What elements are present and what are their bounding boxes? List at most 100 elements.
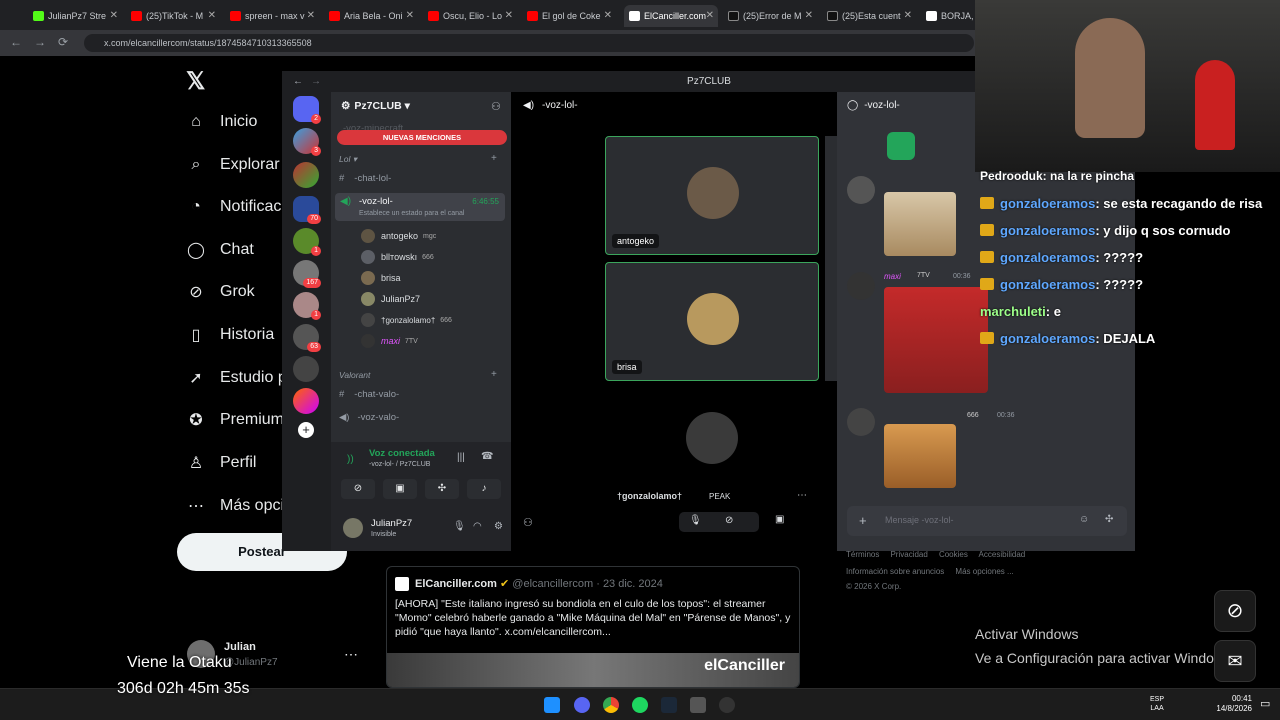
server-icon[interactable]: 1 <box>293 292 321 320</box>
voice-user[interactable]: bllтowskı 666 <box>361 250 434 264</box>
back-icon[interactable]: ← <box>10 35 22 49</box>
add-channel-icon[interactable]: + <box>491 369 497 380</box>
grok-floating-icon[interactable]: ⊘ <box>1214 590 1256 632</box>
message-input[interactable]: + Mensaje -voz-lol- ☺ ✣ <box>847 506 1127 536</box>
microphone-icon[interactable]: 🎙 <box>453 521 466 532</box>
apps-icon[interactable]: ✣ <box>1105 514 1113 525</box>
new-mentions-banner[interactable]: NUEVAS MENCIONES <box>337 130 507 145</box>
browser-tab[interactable]: El gol de Coke ✕ <box>522 5 616 27</box>
category-lol[interactable]: Lol ▾ <box>339 154 357 165</box>
server-name[interactable]: ⚙ Pz7CLUB ▾ <box>341 100 410 112</box>
close-icon[interactable]: ✕ <box>208 5 216 27</box>
close-icon[interactable]: ✕ <box>406 5 414 27</box>
category-valorant[interactable]: Valorant <box>339 370 370 380</box>
voice-user[interactable]: maxi 7TV <box>361 334 418 348</box>
browser-tab[interactable]: (25)TikTok - M ✕ <box>126 5 220 27</box>
disconnect-icon[interactable]: ☎ <box>481 451 493 462</box>
video-tile[interactable]: antogeko <box>605 136 819 255</box>
add-attachment-icon[interactable]: + <box>859 513 867 528</box>
nav-perfil[interactable]: ♙ Perfil <box>186 448 257 478</box>
voice-user[interactable]: †gonzalolamo† 666 <box>361 313 452 327</box>
reload-icon[interactable]: ⟳ <box>58 35 68 49</box>
camera-off-button[interactable]: ⊘ <box>341 479 375 499</box>
browser-tab[interactable]: (25)Error de M ✕ <box>723 5 817 27</box>
forward-icon[interactable]: → <box>34 35 46 49</box>
voice-user[interactable]: brisa <box>361 271 401 285</box>
x-logo-icon[interactable]: 𝕏 <box>186 67 205 96</box>
nav-chat[interactable]: ◯ Chat <box>186 235 254 265</box>
cat-image[interactable] <box>884 424 956 488</box>
invite-user-icon[interactable]: ⚇ <box>523 516 533 529</box>
close-icon[interactable]: ✕ <box>706 5 714 27</box>
server-icon[interactable]: 63 <box>293 324 321 352</box>
invite-icon[interactable]: ⚇ <box>491 100 501 113</box>
server-icon[interactable]: 167 <box>293 260 321 288</box>
emoji-icon[interactable]: ☺ <box>1079 514 1089 525</box>
close-icon[interactable]: ✕ <box>110 5 118 27</box>
camera-off-icon[interactable]: ⊘ <box>725 515 733 526</box>
browser-tab[interactable]: JulianPz7 Stre ✕ <box>28 5 122 27</box>
tweet-image[interactable]: elCanciller <box>387 653 799 687</box>
close-icon[interactable]: ✕ <box>805 5 813 27</box>
browser-tab-active[interactable]: ElCanciller.com ✕ <box>624 5 718 27</box>
chrome-icon[interactable] <box>603 697 619 713</box>
video-tile[interactable]: brisa <box>605 262 819 381</box>
channel-voz-valo[interactable]: ◀) -voz-valo- <box>339 412 399 423</box>
url-field[interactable]: x.com/elcancillercom/status/187458471031… <box>84 34 974 52</box>
nav-grok[interactable]: ⊘ Grok <box>186 277 254 307</box>
server-icon-selected[interactable]: 70 <box>293 196 321 224</box>
nav-estudio[interactable]: ➚ Estudio p <box>186 363 286 393</box>
close-icon[interactable]: ✕ <box>505 5 513 27</box>
back-icon[interactable]: ← <box>293 72 303 92</box>
nav-explorar[interactable]: ⌕ Explorar <box>186 150 280 180</box>
noise-suppression-icon[interactable]: ||| <box>457 452 465 463</box>
clock[interactable]: 00:41 14/8/2026 <box>1210 694 1252 714</box>
headphones-icon[interactable]: ◠ <box>473 521 482 532</box>
close-icon[interactable]: ✕ <box>904 5 912 27</box>
voice-user[interactable]: antogeko mgc <box>361 229 436 243</box>
add-channel-icon[interactable]: + <box>491 153 497 164</box>
app-icon[interactable] <box>690 697 706 713</box>
windows-start-icon[interactable] <box>544 697 560 713</box>
browser-tab[interactable]: Oscu, Elio - Lo ✕ <box>423 5 517 27</box>
spotify-icon[interactable] <box>632 697 648 713</box>
add-server-icon[interactable]: + <box>298 422 314 438</box>
discord-home-icon[interactable]: 2 <box>293 96 321 124</box>
soundboard-button[interactable]: ♪ <box>467 479 501 499</box>
browser-tab[interactable]: BORJA, LE <box>921 5 975 27</box>
server-icon[interactable]: 1 <box>293 228 321 256</box>
cat-image[interactable] <box>884 192 956 256</box>
screen-share-icon[interactable]: ▣ <box>775 514 784 525</box>
more-icon[interactable]: ⋯ <box>344 646 358 663</box>
discord-icon[interactable] <box>574 697 590 713</box>
close-icon[interactable]: ✕ <box>604 5 612 27</box>
avatar[interactable] <box>343 518 363 538</box>
server-icon[interactable] <box>293 162 319 188</box>
tweet-card[interactable]: ElCanciller.com ✔ @elcancillercom · 23 d… <box>386 566 800 688</box>
close-icon[interactable]: ✕ <box>307 5 315 27</box>
language-indicator[interactable]: ESP LAA <box>1150 695 1164 713</box>
screen-share-button[interactable]: ▣ <box>383 479 417 499</box>
browser-tab[interactable]: spreen - max v ✕ <box>225 5 319 27</box>
voice-user[interactable]: JulianPz7 <box>361 292 420 306</box>
messages-floating-icon[interactable]: ✉ <box>1214 640 1256 682</box>
nav-historia[interactable]: ▯ Historia <box>186 320 275 350</box>
microphone-icon[interactable]: 🎙 <box>689 515 702 526</box>
browser-tab[interactable]: (25)Esta cuent ✕ <box>822 5 916 27</box>
obs-icon[interactable] <box>719 697 735 713</box>
nav-premium[interactable]: ✪ Premium <box>186 405 284 435</box>
settings-icon[interactable]: ⚙ <box>494 521 503 532</box>
forward-icon[interactable]: → <box>311 72 321 92</box>
server-icon[interactable]: 3 <box>293 128 321 156</box>
channel-chat-valo[interactable]: # -chat-valo- <box>339 389 399 400</box>
channel-chat-lol[interactable]: # -chat-lol- <box>339 173 391 184</box>
channel-voz-lol[interactable]: ◀) -voz-lol- 6:46:55 Establece un estado… <box>335 193 505 221</box>
browser-tab[interactable]: Aria Bela - Oni ✕ <box>324 5 418 27</box>
server-icon[interactable] <box>293 388 319 414</box>
more-icon[interactable]: ⋯ <box>797 490 807 501</box>
nav-mas-opciones[interactable]: ⋯ Más opci <box>186 491 284 521</box>
steam-icon[interactable] <box>661 697 677 713</box>
nav-inicio[interactable]: ⌂ Inicio <box>186 107 257 137</box>
activities-button[interactable]: ✣ <box>425 479 459 499</box>
video-tile[interactable]: †gonzalolamo† PEAK ⋯ <box>605 388 819 507</box>
